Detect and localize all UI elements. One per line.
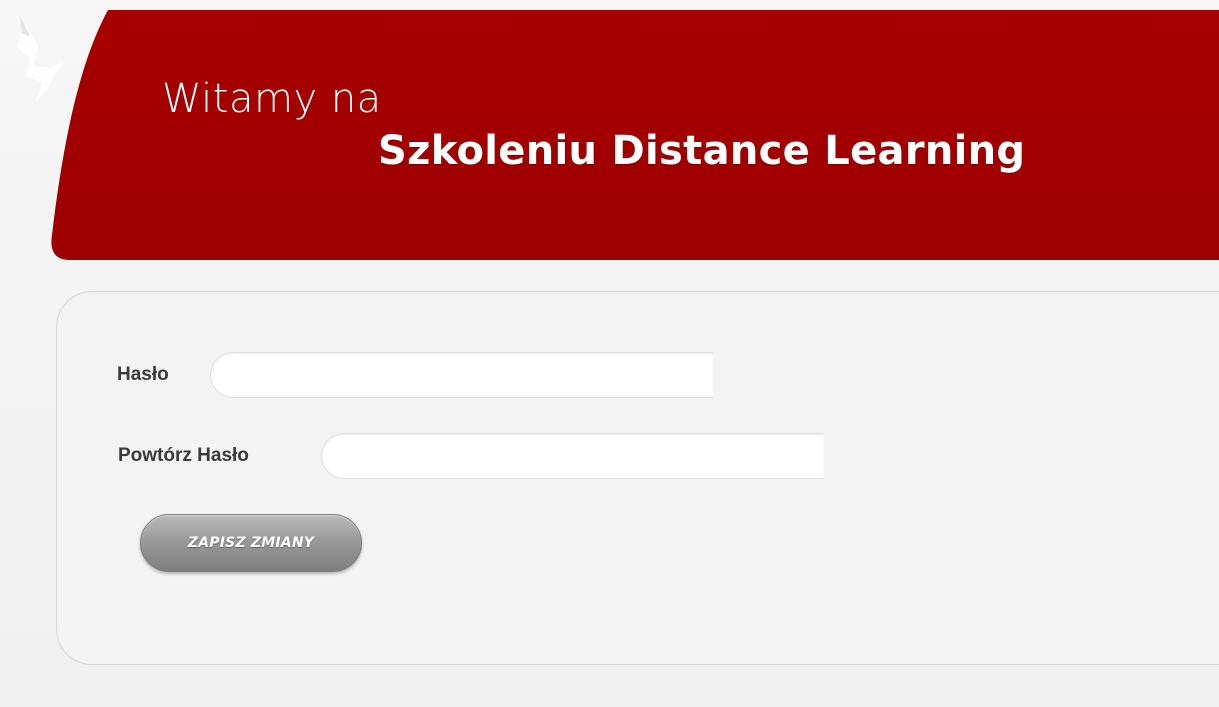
welcome-heading-line1: Witamy na bbox=[162, 76, 382, 122]
page: Witamy na Szkoleniu Distance Learning Ha… bbox=[0, 0, 1219, 707]
welcome-heading-title: Szkoleniu Distance Learning bbox=[378, 128, 1026, 174]
save-changes-button[interactable]: ZAPISZ ZMIANY bbox=[140, 514, 362, 572]
repeat-password-label: Powtórz Hasło bbox=[118, 445, 249, 466]
repeat-password-field[interactable] bbox=[321, 433, 824, 479]
password-label: Hasło bbox=[117, 364, 169, 385]
password-field[interactable] bbox=[210, 352, 713, 398]
